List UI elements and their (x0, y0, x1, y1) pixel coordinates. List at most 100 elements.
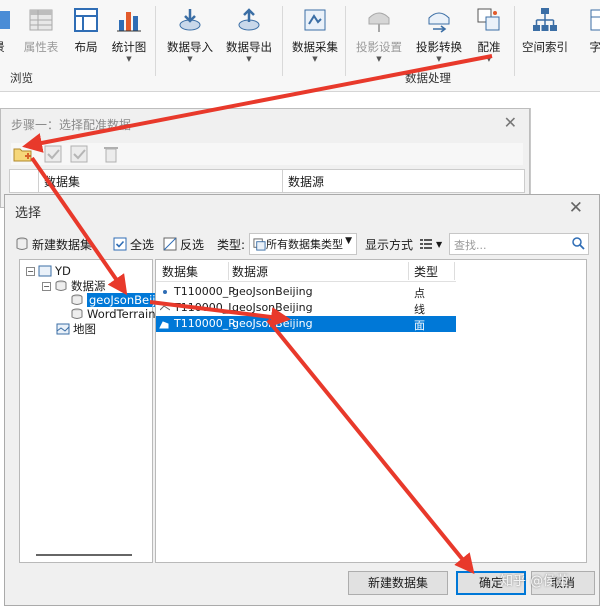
data-collection-button[interactable]: 数据采集 ▼ (286, 6, 344, 64)
column-header-datasource[interactable]: 数据源 (232, 263, 268, 280)
close-icon[interactable]: ✕ (569, 198, 583, 218)
spatial-index-button[interactable]: 空间索引 (516, 6, 574, 64)
register-button[interactable]: 配准 ▼ (460, 6, 518, 64)
invert-select-icon[interactable] (69, 144, 89, 164)
select-all-icon[interactable] (43, 144, 63, 164)
datasource-icon (71, 308, 83, 319)
invert-select-tool[interactable]: 反选 (163, 233, 204, 255)
chevron-down-icon: ▼ (246, 55, 252, 63)
data-collection-icon (304, 9, 326, 31)
statistics-chart-button[interactable]: 统计图 ▼ (100, 6, 158, 64)
statistics-chart-icon (117, 12, 141, 32)
dataset-type-icon (253, 237, 266, 251)
point-icon (163, 290, 167, 294)
select-toolbar: 新建数据集 全选 反选 类型: 所有数据集类型 ▼ 显示方式 ▼ 查找... (15, 233, 595, 255)
new-dataset-tool[interactable]: 新建数据集 (15, 233, 92, 255)
data-import-label: 数据导入 (167, 40, 213, 54)
tree-node-root[interactable]: − YD (26, 264, 71, 278)
workspace-icon (38, 265, 52, 277)
search-icon[interactable] (571, 236, 585, 250)
data-import-button[interactable]: 数据导入 ▼ (161, 6, 219, 64)
step-one-dialog: 步骤一：选择配准数据 ✕ 数据集 数据源 (0, 108, 530, 208)
list-item[interactable]: T110000_L geoJsonBeijing 线 (156, 300, 456, 316)
list-view-icon (420, 239, 432, 249)
column-header-dataset[interactable]: 数据集 (162, 263, 198, 280)
delete-icon[interactable] (101, 144, 121, 164)
attribute-table-icon (29, 9, 53, 31)
group-label-browse: 浏览 (10, 71, 33, 85)
map-icon (56, 323, 70, 335)
statistics-chart-label: 统计图 (111, 40, 147, 54)
ribbon-separator (282, 6, 283, 76)
projection-transform-icon (428, 12, 450, 33)
list-header: 数据集 数据源 类型 (156, 260, 456, 282)
column-header-dataset: 数据集 (44, 175, 81, 189)
type-label: 类型: (217, 237, 246, 252)
select-all-tool[interactable]: 全选 (113, 233, 154, 255)
invert-icon (163, 237, 177, 251)
new-dataset-label: 新建数据集 (32, 237, 93, 252)
collapse-icon[interactable]: − (26, 266, 35, 276)
projection-settings-label: 投影设置 (356, 40, 402, 54)
horizontal-scrollbar[interactable] (36, 554, 132, 556)
chevron-down-icon: ▼ (436, 239, 443, 249)
database-icon (16, 237, 28, 250)
watermark: 知乎 @侯董 (500, 574, 570, 589)
register-label: 配准 (477, 40, 501, 54)
chevron-down-icon: ▼ (376, 55, 382, 63)
list-item[interactable]: T110000_R geoJsonBeijing 面 (156, 316, 456, 332)
step-one-title: 步骤一：选择配准数据 (11, 118, 132, 132)
add-dataset-icon[interactable] (13, 144, 33, 164)
dataset-type-value: 所有数据集类型 (266, 238, 343, 251)
ribbon-separator (514, 6, 515, 76)
list-item[interactable]: T110000_P geoJsonBeijing 点 (156, 284, 456, 300)
group-label-processing: 数据处理 (405, 71, 451, 85)
field-button[interactable]: 字段 (572, 6, 600, 64)
new-dataset-button[interactable]: 新建数据集 (348, 571, 448, 595)
register-icon (477, 8, 500, 31)
step-dataset-grid: 数据集 数据源 (9, 169, 525, 193)
data-export-button[interactable]: 数据导出 ▼ (220, 6, 278, 64)
spatial-index-icon (533, 8, 557, 31)
chevron-down-icon: ▼ (187, 55, 193, 63)
display-mode-label: 显示方式 (365, 237, 414, 252)
ribbon-toolbar: 景 属性表 布局 统计图 ▼ (0, 0, 600, 92)
column-header-type[interactable]: 类型 (414, 263, 438, 280)
chevron-down-icon: ▼ (345, 236, 352, 246)
select-dialog-title: 选择 (15, 206, 42, 221)
collapse-icon[interactable]: − (42, 281, 51, 291)
data-collection-label: 数据采集 (292, 40, 338, 54)
layout-icon (74, 8, 98, 32)
display-mode-toggle[interactable]: ▼ (419, 233, 442, 255)
spatial-index-label: 空间索引 (522, 40, 568, 54)
chevron-down-icon: ▼ (486, 55, 492, 63)
data-export-label: 数据导出 (226, 40, 272, 54)
step-toolbar (11, 143, 523, 165)
tree-node-maps[interactable]: 地图 (56, 321, 96, 337)
ribbon-separator (155, 6, 156, 76)
select-dialog: 选择 ✕ 新建数据集 全选 反选 类型: 所有数据集类型 ▼ 显示方式 ▼ 查找… (4, 194, 600, 606)
select-all-label: 全选 (130, 237, 155, 252)
search-input[interactable]: 查找... (449, 233, 589, 255)
region-icon (159, 321, 169, 329)
close-icon[interactable]: ✕ (504, 113, 517, 132)
ribbon-separator (345, 6, 346, 76)
line-icon (160, 305, 170, 311)
field-icon (590, 9, 600, 31)
column-header-datasource: 数据源 (288, 175, 325, 189)
chevron-down-icon: ▼ (126, 55, 132, 63)
background-panel (530, 108, 600, 194)
projection-settings-icon (368, 12, 390, 32)
dataset-type-select[interactable]: 所有数据集类型 ▼ (249, 233, 357, 255)
checkbox-icon (113, 237, 127, 251)
data-export-icon (238, 8, 260, 31)
tree-node-wordterrain[interactable]: WordTerrain (70, 307, 156, 321)
invert-label: 反选 (180, 237, 205, 252)
projection-settings-button[interactable]: 投影设置 ▼ (350, 6, 408, 64)
tree-node-datasources[interactable]: − 数据源 (42, 278, 106, 294)
datasource-icon (71, 294, 83, 305)
data-import-icon (179, 9, 201, 31)
field-label: 字段 (589, 40, 600, 54)
workspace-tree: − YD − 数据源 geoJsonBeijing WordTerrain 地图 (19, 259, 176, 563)
dataset-list: 数据集 数据源 类型 T110000_P geoJsonBeijing 点 T1… (155, 259, 587, 563)
